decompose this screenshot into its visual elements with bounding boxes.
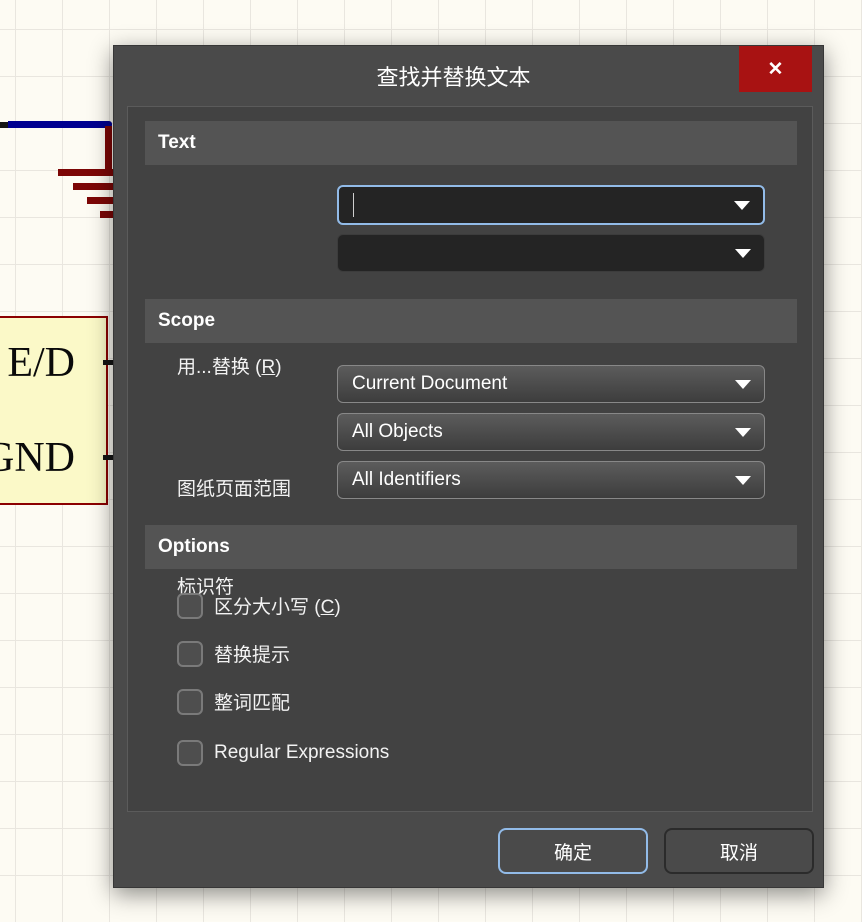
option-row-regex: Regular Expressions <box>177 740 389 766</box>
case-sensitive-label: 区分大小写 (C) <box>214 592 341 619</box>
ok-button-label: 确定 <box>554 838 592 865</box>
sheet-scope-dropdown[interactable]: Current Document <box>337 365 765 403</box>
option-row-prompt-on-replace: 替换提示 <box>177 640 290 667</box>
dropdown-arrow-icon[interactable] <box>735 428 751 437</box>
ground-symbol-bar <box>87 197 113 204</box>
label-mnemonic: R <box>261 357 275 378</box>
close-icon: ✕ <box>768 58 784 81</box>
regex-label: Regular Expressions <box>214 742 389 764</box>
prompt-on-replace-label: 替换提示 <box>214 640 290 667</box>
selection-value: All Objects <box>352 421 443 443</box>
selection-dropdown[interactable]: All Objects <box>337 413 765 451</box>
label-text: ) <box>334 597 340 618</box>
pin-label-ed: E/D <box>7 342 75 384</box>
section-header-scope: Scope <box>145 299 797 343</box>
ground-symbol-stem <box>105 126 112 173</box>
ground-symbol-bar <box>100 211 113 218</box>
label-text: 区分大小写 ( <box>214 597 321 618</box>
dropdown-arrow-icon[interactable] <box>735 249 751 258</box>
cancel-button-label: 取消 <box>720 838 758 865</box>
cancel-button[interactable]: 取消 <box>664 828 814 874</box>
schematic-component: E/D GND <box>0 316 108 505</box>
replace-with-combobox[interactable] <box>337 234 765 272</box>
find-text-combobox[interactable] <box>337 185 765 225</box>
label-mnemonic: C <box>321 597 335 618</box>
pin-stub <box>103 455 113 460</box>
find-replace-dialog: 查找并替换文本 ✕ Text 查找文本 (T) 用...替换 (R) Scope… <box>113 45 824 888</box>
pin-label-gnd: GND <box>0 437 75 479</box>
close-button[interactable]: ✕ <box>739 46 812 92</box>
option-row-case-sensitive: 区分大小写 (C) <box>177 592 341 619</box>
ground-symbol-bar <box>73 183 113 190</box>
prompt-on-replace-checkbox[interactable] <box>177 641 203 667</box>
case-sensitive-checkbox[interactable] <box>177 593 203 619</box>
replace-with-label: 用...替换 (R) <box>177 352 282 379</box>
dropdown-arrow-icon[interactable] <box>735 380 751 389</box>
text-cursor <box>353 193 354 217</box>
option-row-whole-word: 整词匹配 <box>177 688 290 715</box>
blue-wire <box>8 121 112 128</box>
dropdown-arrow-icon[interactable] <box>735 476 751 485</box>
whole-word-label: 整词匹配 <box>214 688 290 715</box>
regex-checkbox[interactable] <box>177 740 203 766</box>
identifiers-dropdown[interactable]: All Identifiers <box>337 461 765 499</box>
label-text: 用...替换 ( <box>177 357 261 378</box>
ground-symbol-bar <box>58 169 113 176</box>
dialog-content-panel: Text 查找文本 (T) 用...替换 (R) Scope 图纸页面范围 Cu… <box>127 106 813 812</box>
dropdown-arrow-icon[interactable] <box>734 201 750 210</box>
label-text: ) <box>275 357 281 378</box>
section-header-label: Options <box>158 536 230 558</box>
whole-word-checkbox[interactable] <box>177 689 203 715</box>
dialog-title-bar[interactable]: 查找并替换文本 ✕ <box>114 46 823 100</box>
section-header-text: Text <box>145 121 797 165</box>
dialog-title: 查找并替换文本 <box>114 60 793 92</box>
section-header-options: Options <box>145 525 797 569</box>
pin-stub <box>103 360 113 365</box>
section-header-label: Scope <box>158 310 215 332</box>
sheet-scope-value: Current Document <box>352 373 507 395</box>
sheet-scope-label: 图纸页面范围 <box>177 474 291 501</box>
section-header-label: Text <box>158 132 196 154</box>
ok-button[interactable]: 确定 <box>498 828 648 874</box>
identifiers-value: All Identifiers <box>352 469 461 491</box>
